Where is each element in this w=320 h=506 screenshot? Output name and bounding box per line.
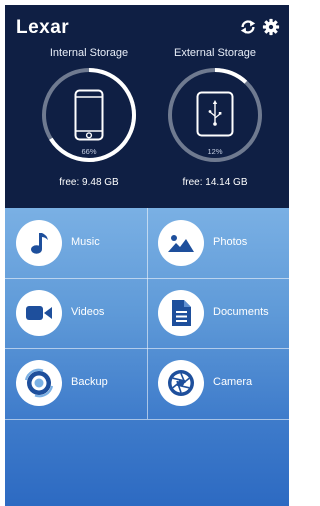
brand-logo: Lexar: [16, 17, 70, 38]
videos-button[interactable]: Videos: [5, 278, 147, 348]
video-camera-icon: [26, 306, 52, 320]
music-label: Music: [71, 236, 100, 248]
photo-icon: [168, 235, 194, 252]
camera-shutter-icon: [168, 370, 194, 396]
external-storage-title: External Storage: [174, 47, 256, 59]
music-note-icon: [31, 233, 48, 254]
storage-panel: Lexar Internal Storage 66% free: 9.48 GB…: [5, 5, 289, 208]
sync-icon[interactable]: [239, 18, 257, 36]
external-storage-percent: 12%: [207, 147, 223, 156]
backup-icon: [24, 368, 54, 398]
camera-icon-circle: [158, 360, 204, 406]
camera-button[interactable]: Camera: [147, 348, 289, 418]
videos-label: Videos: [71, 306, 105, 318]
phone-icon: [74, 89, 104, 141]
documents-button[interactable]: Documents: [147, 278, 289, 348]
backup-icon-circle: [16, 360, 62, 406]
internal-storage-free: free: 9.48 GB: [59, 177, 119, 188]
internal-storage-percent: 66%: [81, 147, 97, 156]
usb-drive-icon: [196, 91, 234, 137]
camera-label: Camera: [213, 376, 253, 388]
photos-button[interactable]: Photos: [147, 208, 289, 278]
videos-icon-circle: [16, 290, 62, 336]
photos-icon-circle: [158, 220, 204, 266]
internal-storage-title: Internal Storage: [49, 47, 129, 59]
backup-label: Backup: [71, 376, 108, 388]
music-button[interactable]: Music: [5, 208, 147, 278]
documents-icon-circle: [158, 290, 204, 336]
category-grid: Music Photos Videos Documents Backup Cam…: [5, 208, 289, 506]
gear-icon[interactable]: [262, 18, 280, 36]
music-icon-circle: [16, 220, 62, 266]
document-icon: [172, 300, 191, 326]
external-storage[interactable]: External Storage 12% free: 14.14 GB: [160, 47, 270, 197]
photos-label: Photos: [213, 236, 248, 248]
app-screen: Lexar Internal Storage 66% free: 9.48 GB…: [5, 5, 289, 506]
grid-divider: [5, 419, 289, 420]
internal-storage[interactable]: Internal Storage 66% free: 9.48 GB: [34, 47, 144, 197]
documents-label: Documents: [213, 306, 269, 318]
external-storage-free: free: 14.14 GB: [182, 177, 248, 188]
backup-button[interactable]: Backup: [5, 348, 147, 418]
